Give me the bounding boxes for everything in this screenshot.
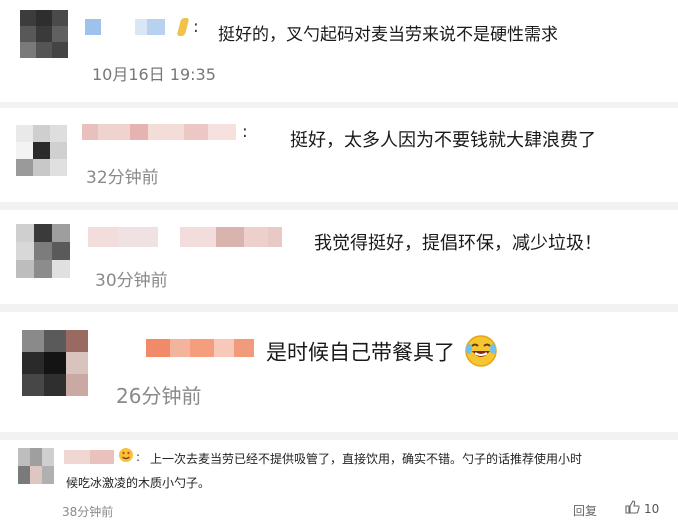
comment-time: 10月16日 19:35 — [92, 65, 216, 84]
comment-card: : 挺好的，叉勺起码对麦当劳来说不是硬性需求 10月16日 19:35 — [0, 0, 678, 102]
comment-time: 26分钟前 — [116, 384, 202, 408]
comment-card: 是时候自己带餐具了 26分钟前 — [0, 312, 678, 432]
comment-text: 挺好的，叉勺起码对麦当劳来说不是硬性需求 — [218, 25, 558, 45]
comment-text-line-2: 候吃冰激凌的木质小勺子。 — [66, 476, 211, 490]
laughing-crying-face-icon — [464, 334, 498, 373]
like-button[interactable]: 10 — [624, 499, 659, 519]
comment-time: 32分钟前 — [86, 168, 159, 188]
comment-time: 30分钟前 — [95, 271, 168, 291]
username-pixelated[interactable]: : — [82, 122, 248, 142]
username-pixelated[interactable]: : — [64, 447, 140, 467]
like-count: 10 — [644, 502, 660, 516]
username-pixelated[interactable] — [146, 338, 254, 358]
comment-text-content: 是时候自己带餐具了 — [266, 340, 455, 365]
avatar[interactable] — [16, 125, 67, 176]
username-pixelated[interactable]: : — [85, 17, 199, 37]
comment-text: 我觉得挺好，提倡环保，减少垃圾！ — [314, 233, 602, 254]
username-pixelated[interactable] — [88, 226, 282, 248]
thumbs-up-icon — [624, 499, 640, 519]
avatar[interactable] — [20, 10, 68, 58]
comment-time: 38分钟前 — [62, 505, 114, 519]
comment-card: : 挺好，太多人因为不要钱就大肆浪费了 32分钟前 — [0, 108, 678, 202]
comment-text-line-1: 上一次去麦当劳已经不提供吸管了，直接饮用，确实不错。勺子的话推荐使用小时 — [150, 452, 583, 466]
avatar[interactable] — [18, 448, 54, 484]
avatar[interactable] — [22, 330, 88, 396]
comment-card: : 上一次去麦当劳已经不提供吸管了，直接饮用，确实不错。勺子的话推荐使用小时 候… — [0, 440, 678, 527]
comment-text: 挺好，太多人因为不要钱就大肆浪费了 — [290, 130, 596, 151]
heart-eyes-emoji-icon — [118, 447, 134, 467]
comment-card: 我觉得挺好，提倡环保，减少垃圾！ 30分钟前 — [0, 210, 678, 304]
avatar[interactable] — [16, 224, 70, 278]
comment-text: 是时候自己带餐具了 — [266, 334, 498, 373]
reply-button[interactable]: 回复 — [573, 502, 597, 519]
